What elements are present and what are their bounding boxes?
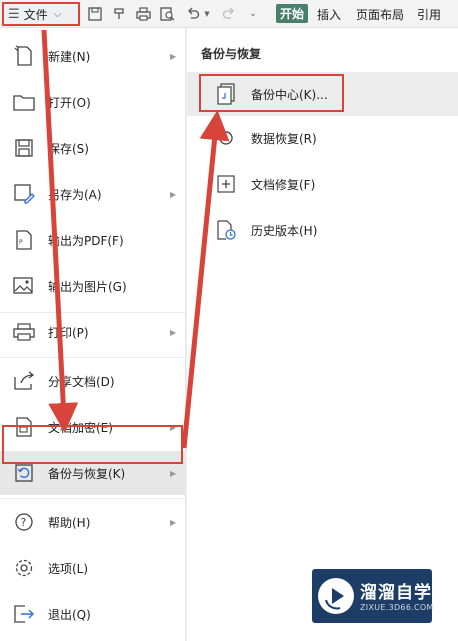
menu-divider bbox=[0, 357, 186, 358]
customize-toolbar-icon[interactable]: ⌄ bbox=[246, 4, 260, 24]
lock-document-icon bbox=[12, 415, 36, 439]
menu-item-encrypt[interactable]: 文档加密(E) ▶ bbox=[0, 405, 186, 449]
menu-item-export-image[interactable]: 输出为图片(G) bbox=[0, 264, 186, 308]
menu-divider bbox=[0, 498, 186, 499]
menu-item-label: 备份与恢复(K) bbox=[48, 466, 126, 481]
menu-item-save[interactable]: 保存(S) bbox=[0, 126, 186, 170]
tab-start[interactable]: 开始 bbox=[276, 4, 308, 23]
submenu-arrow-icon: ▶ bbox=[170, 517, 177, 527]
menu-item-label: 帮助(H) bbox=[48, 515, 91, 530]
menu-item-label: 另存为(A) bbox=[48, 187, 102, 202]
menu-item-share[interactable]: 分享文档(D) bbox=[0, 359, 186, 403]
menu-item-print[interactable]: 打印(P) ▶ bbox=[0, 310, 186, 354]
print-icon[interactable] bbox=[134, 4, 152, 24]
submenu-item-data-recovery[interactable]: 数据恢复(R) bbox=[187, 116, 458, 160]
image-export-icon bbox=[12, 274, 36, 298]
submenu-item-label: 文档修复(F) bbox=[251, 177, 316, 192]
redo-icon[interactable] bbox=[220, 4, 238, 24]
file-menu-button[interactable]: ☰ 文件 ⌵ bbox=[2, 2, 80, 26]
menu-item-label: 输出为PDF(F) bbox=[48, 233, 124, 248]
submenu-arrow-icon: ▶ bbox=[170, 51, 177, 61]
menu-item-backup-restore[interactable]: 备份与恢复(K) ▶ bbox=[0, 451, 186, 495]
site-watermark: 溜溜自学 ZIXUE.3D66.COM bbox=[312, 569, 434, 623]
menu-item-label: 分享文档(D) bbox=[48, 374, 115, 389]
backup-restore-icon bbox=[12, 461, 36, 485]
submenu-item-label: 数据恢复(R) bbox=[251, 131, 317, 146]
submenu-title: 备份与恢复 bbox=[201, 47, 262, 61]
svg-text:?: ? bbox=[21, 516, 27, 529]
file-menu-panel: 新建(N) ▶ 打开(O) 保存(S) 另存为(A) ▶ P 输出为PDF(F)… bbox=[0, 28, 186, 641]
submenu-item-backup-center[interactable]: 备份中心(K)... bbox=[187, 72, 458, 116]
menu-item-options[interactable]: 选项(L) bbox=[0, 546, 186, 590]
chevron-down-icon[interactable]: ⌵ bbox=[54, 9, 62, 20]
menu-item-label: 打印(P) bbox=[48, 325, 89, 340]
share-icon bbox=[12, 369, 36, 393]
menu-item-open[interactable]: 打开(O) bbox=[0, 80, 186, 124]
hamburger-icon: ☰ bbox=[8, 6, 20, 22]
save-as-icon bbox=[12, 182, 36, 206]
tab-references[interactable]: 引用 bbox=[414, 4, 444, 24]
document-repair-icon bbox=[215, 173, 237, 195]
menu-item-help[interactable]: ? 帮助(H) ▶ bbox=[0, 500, 186, 544]
menu-item-label: 退出(Q) bbox=[48, 607, 91, 622]
menu-item-exit[interactable]: 退出(Q) bbox=[0, 592, 186, 636]
settings-icon bbox=[12, 556, 36, 580]
menu-item-label: 打开(O) bbox=[48, 95, 91, 110]
new-file-icon bbox=[12, 44, 36, 68]
menu-item-save-as[interactable]: 另存为(A) ▶ bbox=[0, 172, 186, 216]
tab-page-layout[interactable]: 页面布局 bbox=[354, 4, 406, 24]
submenu-arrow-icon: ▶ bbox=[170, 468, 177, 478]
submenu-arrow-icon: ▶ bbox=[170, 422, 177, 432]
menu-item-export-pdf[interactable]: P 输出为PDF(F) bbox=[0, 218, 186, 262]
submenu-item-label: 历史版本(H) bbox=[251, 223, 318, 238]
undo-dropdown-icon[interactable]: ▼ bbox=[202, 4, 212, 24]
submenu-item-document-repair[interactable]: 文档修复(F) bbox=[187, 162, 458, 206]
save-icon[interactable] bbox=[86, 4, 104, 24]
submenu-item-label: 备份中心(K)... bbox=[251, 87, 328, 102]
watermark-url: ZIXUE.3D66.COM bbox=[360, 603, 434, 612]
format-painter-icon[interactable] bbox=[110, 4, 128, 24]
pdf-export-icon: P bbox=[12, 228, 36, 252]
menu-item-label: 新建(N) bbox=[48, 49, 91, 64]
submenu-item-history-version[interactable]: 历史版本(H) bbox=[187, 208, 458, 252]
undo-icon[interactable] bbox=[184, 4, 202, 24]
history-version-icon bbox=[215, 219, 237, 241]
submenu-arrow-icon: ▶ bbox=[170, 189, 177, 199]
quick-access-toolbar: ☰ 文件 ⌵ ▼ ⌄ 开始 插入 页面布局 引用 bbox=[0, 0, 458, 28]
backup-restore-submenu: 备份与恢复 备份中心(K)... 数据恢复(R) 文档修复(F) 历史版本(H) bbox=[187, 28, 458, 641]
menu-item-new[interactable]: 新建(N) ▶ bbox=[0, 34, 186, 78]
backup-center-icon bbox=[215, 83, 237, 105]
tab-insert[interactable]: 插入 bbox=[314, 4, 344, 24]
menu-item-label: 输出为图片(G) bbox=[48, 279, 127, 294]
play-logo-icon bbox=[318, 578, 354, 614]
print-icon bbox=[12, 320, 36, 344]
submenu-arrow-icon: ▶ bbox=[170, 327, 177, 337]
menu-item-label: 选项(L) bbox=[48, 561, 89, 576]
watermark-title: 溜溜自学 bbox=[360, 583, 432, 603]
menu-item-label: 文档加密(E) bbox=[48, 420, 113, 435]
exit-icon bbox=[12, 602, 36, 626]
help-icon: ? bbox=[12, 510, 36, 534]
save-icon bbox=[12, 136, 36, 160]
file-menu-label: 文件 bbox=[23, 7, 48, 22]
menu-item-label: 保存(S) bbox=[48, 141, 89, 156]
svg-text:P: P bbox=[19, 239, 23, 246]
data-recovery-icon bbox=[215, 127, 237, 149]
print-preview-icon[interactable] bbox=[158, 4, 176, 24]
folder-icon bbox=[12, 90, 36, 114]
